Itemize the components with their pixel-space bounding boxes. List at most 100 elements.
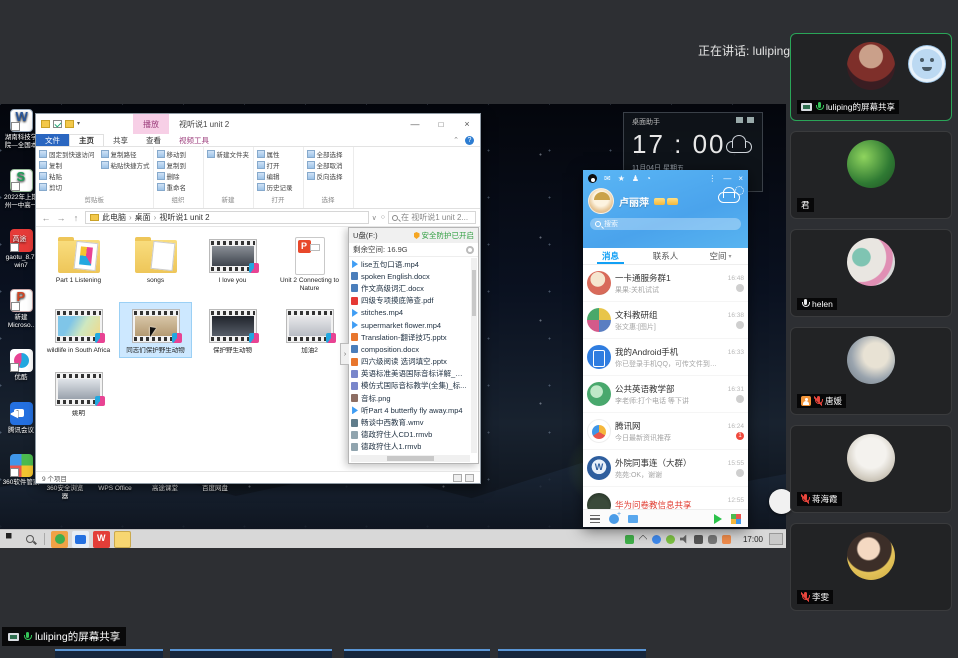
qq-conversation-item[interactable]: 一卡通服务群1 果果:关机试试 16:48 — [583, 265, 748, 302]
qq-conversation-item[interactable]: 外院同事连（大群） 苑苑:OK，谢谢 15:55 — [583, 450, 748, 487]
taskbar-clock[interactable]: 17:00 — [743, 535, 763, 544]
taskbar-search-icon[interactable] — [26, 535, 34, 543]
tab-qzone[interactable]: 空间▾ — [693, 248, 748, 264]
taskbar-app-360browser[interactable] — [51, 531, 68, 548]
file-item[interactable]: I love you — [196, 232, 269, 295]
volume-icon[interactable] — [680, 535, 689, 544]
usb-file-item[interactable]: stitches.mp4 — [351, 307, 470, 319]
ribbon-button[interactable]: 全部取消 — [307, 160, 343, 170]
avatar[interactable] — [588, 188, 614, 214]
forward-icon[interactable]: → — [55, 213, 67, 223]
participant-tile[interactable]: 唐媛 — [790, 327, 952, 415]
browser-icon[interactable]: ◔ — [646, 174, 651, 183]
ribbon-button[interactable]: 粘贴快捷方式 — [101, 160, 150, 170]
usb-file-item[interactable]: lise五句口语.mp4 — [351, 258, 470, 270]
file-item[interactable]: Part 1 Listening — [42, 232, 115, 295]
tab-share[interactable]: 共享 — [104, 134, 137, 146]
ribbon-button[interactable]: 粘贴 — [39, 171, 95, 181]
maximize-button[interactable]: □ — [428, 114, 454, 134]
file-assistant-icon[interactable] — [628, 515, 638, 523]
details-view-icon[interactable] — [453, 474, 462, 482]
usb-file-item[interactable]: 四六级阅读 选词填空.pptx — [351, 356, 470, 368]
usb-file-item[interactable]: 四级专项摸底筛查.pdf — [351, 295, 470, 307]
tab-home[interactable]: 主页 — [69, 134, 104, 146]
tray-360-icon[interactable] — [666, 535, 675, 544]
file-item[interactable]: Unit 2 Connecting to Nature — [273, 232, 346, 295]
tab-file[interactable]: 文件 — [36, 134, 69, 146]
usb-file-item[interactable]: spoken English.docx — [351, 270, 470, 282]
usb-file-item[interactable]: 德政狩住人CD1.rmvb — [351, 429, 470, 441]
breadcrumb[interactable]: 此电脑› 桌面› 视听说1 unit 2 — [85, 211, 369, 224]
refresh-icon[interactable]: ○ — [381, 214, 385, 222]
start-button-icon[interactable] — [6, 533, 18, 545]
explorer-titlebar[interactable]: ▾ 播放 视听说1 unit 2 — □ × — [36, 114, 480, 134]
add-contact-icon[interactable] — [609, 514, 619, 524]
help-icon[interactable]: ? — [465, 136, 474, 145]
usb-file-item[interactable]: 听Part 4 butterfly fly away.mp4 — [351, 404, 470, 416]
window-preview[interactable] — [344, 649, 490, 658]
ribbon-button[interactable]: 移动到 — [157, 149, 187, 159]
taskbar-app-wps[interactable] — [93, 531, 110, 548]
ribbon-button[interactable]: 删除 — [157, 171, 187, 181]
address-dropdown-icon[interactable]: ∨ — [372, 214, 377, 222]
file-item[interactable]: 保护野生动物 — [196, 302, 269, 358]
file-item[interactable]: 同志们保护野生动物 — [119, 302, 192, 358]
qq-conversation-item[interactable]: 公共英语教学部 李老师:打个电话 等下讲 16:31 — [583, 376, 748, 413]
video-tools-context-header[interactable]: 播放 — [133, 114, 169, 134]
usb-file-item[interactable]: 模仿式国际音标教学(全集)_标... — [351, 380, 470, 392]
window-preview[interactable] — [55, 649, 163, 658]
taskbar-app-meeting[interactable] — [72, 531, 89, 548]
file-item[interactable]: 加油2 — [273, 302, 346, 358]
ribbon-button[interactable]: 反向选择 — [307, 171, 343, 181]
camera-icon[interactable] — [694, 535, 703, 544]
up-icon[interactable]: ↑ — [70, 213, 82, 223]
search-input[interactable]: 在 视听说1 unit 2... — [388, 211, 476, 224]
ribbon-button[interactable]: 剪切 — [39, 182, 95, 192]
breadcrumb-desktop[interactable]: 桌面 — [135, 212, 151, 223]
usb-file-item[interactable]: composition.docx — [351, 343, 470, 355]
file-item[interactable]: songs — [119, 232, 192, 295]
tab-view[interactable]: 查看 — [137, 134, 170, 146]
horizontal-scrollbar[interactable] — [351, 455, 470, 462]
user-nickname[interactable]: 卢丽萍 — [619, 194, 649, 209]
file-item[interactable]: 姚明 — [42, 365, 115, 421]
ribbon-button[interactable]: 属性 — [257, 149, 293, 159]
participant-tile[interactable]: 李雯 — [790, 523, 952, 611]
ribbon-button[interactable]: 重命名 — [157, 182, 187, 192]
widget-menu-icon[interactable] — [736, 117, 743, 123]
window-preview[interactable] — [498, 649, 646, 658]
usb-file-item[interactable]: 德政狩住人1.rmvb — [351, 441, 470, 453]
participant-tile[interactable]: 蒋海霞 — [790, 425, 952, 513]
participant-tile[interactable]: helen — [790, 229, 952, 317]
tray-chevron-up-icon[interactable] — [638, 534, 647, 543]
usb-file-item[interactable]: 作文高级词汇.docx — [351, 282, 470, 294]
file-item[interactable]: wildlife in South Africa — [42, 302, 115, 358]
gear-icon[interactable] — [466, 246, 474, 254]
usb-file-item[interactable]: 音标.png — [351, 392, 470, 404]
dressup-icon[interactable]: ♟ — [632, 174, 639, 183]
touch-keyboard-icon[interactable] — [769, 533, 783, 545]
usb-file-item[interactable]: Translation-翻译技巧.pptx — [351, 331, 470, 343]
qzone-star-icon[interactable]: ★ — [618, 174, 625, 183]
chevron-down-icon[interactable]: ▾ — [77, 120, 80, 128]
ribbon-button[interactable]: 复制到 — [157, 160, 187, 170]
breadcrumb-this-pc[interactable]: 此电脑 — [102, 212, 126, 223]
ribbon-button[interactable]: 新建文件夹 — [207, 149, 250, 159]
ribbon-button[interactable]: 打开 — [257, 160, 293, 170]
tencent-video-icon[interactable] — [714, 514, 722, 524]
minimize-button[interactable]: — — [402, 114, 428, 134]
ribbon-button[interactable]: 复制路径 — [101, 149, 150, 159]
usb-file-item[interactable]: supermarket flower.mp4 — [351, 319, 470, 331]
widget-settings-icon[interactable] — [747, 117, 754, 123]
tray-qq-icon[interactable] — [625, 535, 634, 544]
usb-file-item[interactable]: 畅谈中西教育.wmv — [351, 416, 470, 428]
participant-tile[interactable]: luliping的屏幕共享 — [790, 33, 952, 121]
back-icon[interactable]: ← — [40, 213, 52, 223]
tray-orange-icon[interactable] — [722, 535, 731, 544]
vertical-scrollbar[interactable] — [471, 258, 477, 453]
mail-icon[interactable]: ✉ — [604, 174, 611, 183]
qq-conversation-item[interactable]: 文科教研组 张文惠:[图片] 16:38 — [583, 302, 748, 339]
breadcrumb-current-folder[interactable]: 视听说1 unit 2 — [159, 212, 209, 223]
app-grid-icon[interactable] — [731, 514, 741, 524]
close-button[interactable]: × — [454, 114, 480, 134]
